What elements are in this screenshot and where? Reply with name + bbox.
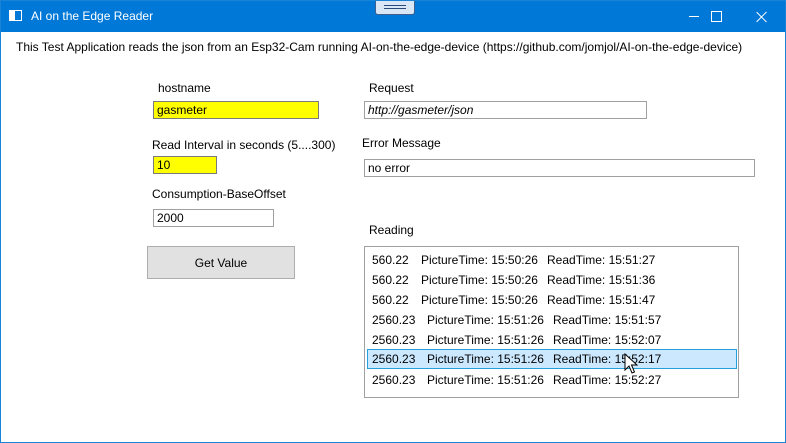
request-label: Request — [369, 81, 414, 95]
read-time: ReadTime: 15:51:36 — [547, 273, 656, 287]
reading-value: 2560.23 — [372, 333, 416, 347]
offset-field[interactable]: 2000 — [153, 209, 274, 227]
interval-label: Read Interval in seconds (5....300) — [152, 138, 336, 152]
hostname-field[interactable]: gasmeter — [153, 101, 319, 119]
error-field[interactable]: no error — [364, 159, 755, 177]
picture-time: PictureTime: 15:51:26 — [427, 333, 544, 347]
maximize-icon — [710, 11, 722, 22]
list-item-selected[interactable]: 2560.23 PictureTime: 15:51:26 ReadTime: … — [367, 349, 737, 369]
get-value-button[interactable]: Get Value — [147, 246, 295, 279]
read-time: ReadTime: 15:51:27 — [547, 253, 656, 267]
title-bar[interactable]: AI on the Edge Reader — [1, 1, 785, 32]
list-item[interactable]: 560.22 PictureTime: 15:50:26 ReadTime: 1… — [367, 290, 737, 310]
drag-handle[interactable] — [375, 1, 415, 15]
reading-value: 2560.23 — [372, 313, 416, 327]
picture-time: PictureTime: 15:51:26 — [427, 373, 544, 387]
picture-time: PictureTime: 15:50:26 — [421, 253, 538, 267]
read-time: ReadTime: 15:51:47 — [547, 293, 656, 307]
maximize-button[interactable] — [693, 1, 739, 32]
reading-label: Reading — [369, 223, 414, 237]
error-label: Error Message — [362, 136, 441, 150]
reading-value: 560.22 — [372, 273, 409, 287]
read-time: ReadTime: 15:51:57 — [553, 313, 662, 327]
window-title: AI on the Edge Reader — [31, 9, 154, 23]
close-button[interactable] — [739, 1, 785, 32]
description-text: This Test Application reads the json fro… — [16, 40, 743, 54]
reading-value: 2560.23 — [372, 373, 416, 387]
readings-list[interactable]: 560.22 PictureTime: 15:50:26 ReadTime: 1… — [364, 246, 739, 398]
list-item[interactable]: 560.22 PictureTime: 15:50:26 ReadTime: 1… — [367, 250, 737, 270]
reading-value: 2560.23 — [372, 352, 416, 366]
request-field[interactable]: http://gasmeter/json — [364, 101, 647, 119]
picture-time: PictureTime: 15:51:26 — [427, 313, 544, 327]
mouse-pointer-icon — [624, 353, 638, 374]
read-time: ReadTime: 15:52:17 — [553, 352, 662, 366]
interval-field[interactable]: 10 — [153, 156, 217, 174]
read-time: ReadTime: 15:52:27 — [553, 373, 662, 387]
read-time: ReadTime: 15:52:07 — [553, 333, 662, 347]
list-item[interactable]: 560.22 PictureTime: 15:50:26 ReadTime: 1… — [367, 270, 737, 290]
picture-time: PictureTime: 15:50:26 — [421, 293, 538, 307]
picture-time: PictureTime: 15:50:26 — [421, 273, 538, 287]
offset-label: Consumption-BaseOffset — [152, 187, 286, 201]
list-item[interactable]: 2560.23 PictureTime: 15:51:26 ReadTime: … — [367, 330, 737, 350]
close-icon — [756, 11, 768, 23]
hostname-label: hostname — [158, 81, 211, 95]
app-window: AI on the Edge Reader This Test Applicat… — [0, 0, 786, 443]
picture-time: PictureTime: 15:51:26 — [427, 352, 544, 366]
reading-value: 560.22 — [372, 293, 409, 307]
reading-value: 560.22 — [372, 253, 409, 267]
list-item[interactable]: 2560.23 PictureTime: 15:51:26 ReadTime: … — [367, 310, 737, 330]
window-app-icon — [9, 10, 22, 21]
list-item[interactable]: 2560.23 PictureTime: 15:51:26 ReadTime: … — [367, 370, 737, 390]
